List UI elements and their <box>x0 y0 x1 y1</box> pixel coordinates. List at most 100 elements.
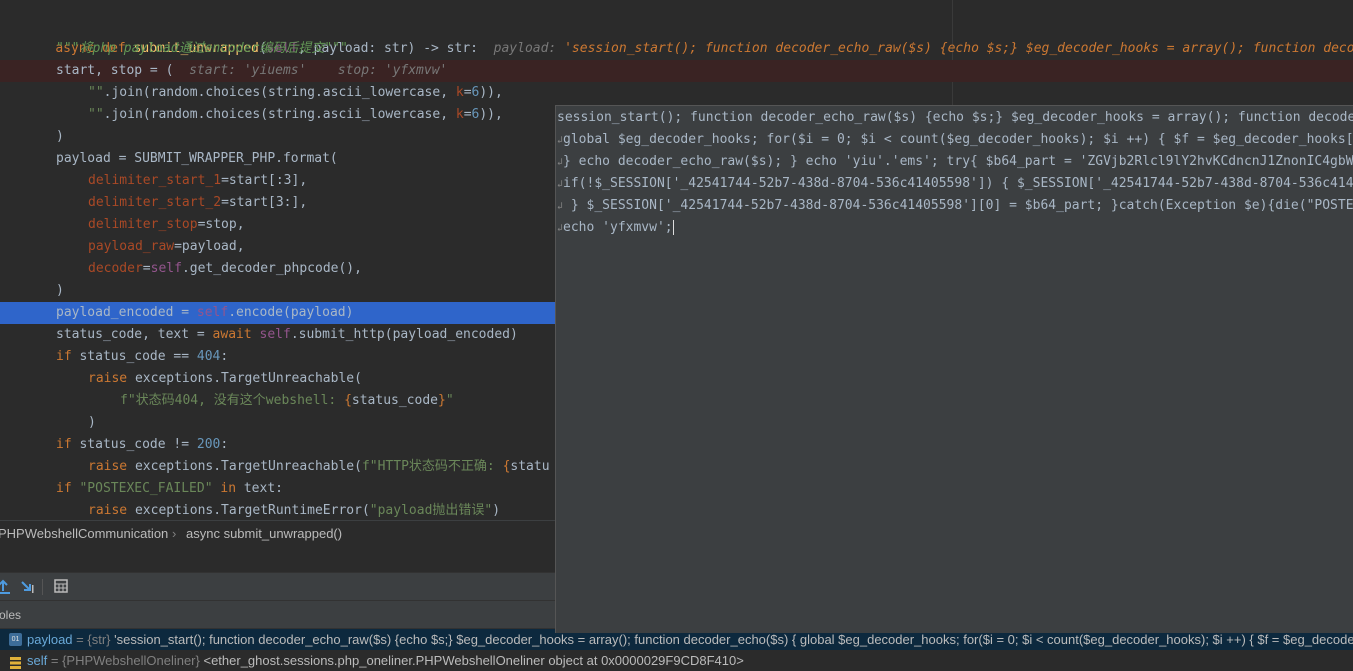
kwarg-value: =payload, <box>174 239 245 254</box>
variables-list: 01 payload = {str} 'session_start(); fun… <box>0 628 1353 671</box>
close: )), <box>479 85 503 100</box>
popup-line-text: global $eg_decoder_hooks; for($i = 0; $i… <box>563 132 1353 147</box>
self-ref: self <box>259 327 291 342</box>
assign: status_code, text = <box>56 327 213 342</box>
string-literal: "POSTEXEC_FAILED" <box>71 481 213 496</box>
keyword-if: if <box>56 349 72 364</box>
code-line-start-stop[interactable]: start, stop = ( start: 'yiuems' stop: 'y… <box>0 60 1353 82</box>
number-literal: 404 <box>196 349 221 364</box>
popup-line-text: } $_SESSION['_42541744-52b7-438d-8704-53… <box>570 198 1353 213</box>
kwarg-k: k <box>455 85 464 100</box>
number-literal: 200 <box>196 437 221 452</box>
variables-header: oles <box>0 600 555 629</box>
self-ref: self <box>150 261 182 276</box>
condition: status_code == <box>71 349 197 364</box>
string-literal: "" <box>88 107 104 122</box>
variable-value: 'session_start(); function decoder_echo_… <box>114 632 1353 647</box>
eq: = <box>463 107 472 122</box>
close-paren: ) <box>492 503 501 518</box>
kwarg-value: .get_decoder_phpcode(), <box>181 261 362 276</box>
brace: } <box>437 393 446 408</box>
kwarg: delimiter_stop <box>88 217 198 232</box>
close: )), <box>479 107 503 122</box>
eq: = <box>142 261 151 276</box>
toolbar-divider <box>42 579 43 595</box>
keyword-in: in <box>212 481 237 496</box>
panel-spacer <box>0 547 555 572</box>
variable-type: = {str} <box>76 632 111 647</box>
run-to-cursor-icon[interactable] <box>20 579 36 599</box>
close-paren: ) <box>88 415 96 430</box>
fstring-var: statu <box>510 459 550 474</box>
payload-format: payload = SUBMIT_WRAPPER_PHP.format( <box>56 151 338 166</box>
inline-hint-start: start: 'yiuems' <box>189 63 307 78</box>
popup-line: ↲echo 'yfxmvw'; <box>557 217 674 239</box>
exception-call: exceptions.TargetUnreachable( <box>127 459 362 474</box>
kwarg: delimiter_start_1 <box>88 173 222 188</box>
encode-call: .encode(payload) <box>228 305 354 320</box>
popup-line-text: echo 'yfxmvw'; <box>563 220 673 235</box>
keyword-raise: raise <box>88 459 128 474</box>
breadcrumb-method[interactable]: async submit_unwrapped() <box>186 521 342 547</box>
text-caret <box>672 220 674 235</box>
fstring: f"HTTP状态码不正确: <box>361 459 503 474</box>
popup-line: ↲ } $_SESSION['_42541744-52b7-438d-8704-… <box>557 195 1353 217</box>
colon: : <box>220 349 229 364</box>
self-ref: self <box>196 305 229 320</box>
step-out-icon[interactable] <box>0 579 12 599</box>
kwarg-value: =stop, <box>197 217 245 232</box>
variable-str-icon: 01 <box>9 633 22 646</box>
docstring: """将php payload通过encoder编码后提交""" <box>56 41 348 56</box>
keyword-raise: raise <box>88 503 128 518</box>
kwarg: delimiter_start_2 <box>88 195 222 210</box>
kwarg-value: =start[:3], <box>221 173 308 188</box>
popup-line-text: if(!$_SESSION['_42541744-52b7-438d-8704-… <box>563 176 1353 191</box>
popup-line-text: } echo decoder_echo_raw($s); } echo 'yiu… <box>563 154 1353 169</box>
inline-hint-stop: stop: 'yfxmvw' <box>337 63 448 78</box>
join-call: .join(random.choices(string.ascii_lowerc… <box>103 107 456 122</box>
popup-line-text: session_start(); function decoder_echo_r… <box>557 110 1353 125</box>
fstring: f"状态码404, 没有这个webshell: <box>120 393 345 408</box>
kwarg: decoder <box>88 261 143 276</box>
close-paren: ) <box>56 283 64 298</box>
code-line-join-1[interactable]: "".join(random.choices(string.ascii_lowe… <box>0 82 1353 104</box>
condition: text: <box>236 481 283 496</box>
eq: = <box>463 85 472 100</box>
popup-line: ↲} echo decoder_echo_raw($s); } echo 'yi… <box>557 151 1353 173</box>
variable-object-icon <box>10 654 21 669</box>
brace: { <box>344 393 352 408</box>
quote: " <box>445 393 454 408</box>
kwarg-k: k <box>455 107 464 122</box>
keyword-raise: raise <box>88 371 128 386</box>
colon: : <box>220 437 229 452</box>
debug-toolbar <box>0 572 555 601</box>
code-line-current-execution[interactable]: payload_encoded = self.encode(payload) <box>0 302 555 324</box>
condition: status_code != <box>71 437 197 452</box>
join-call: .join(random.choices(string.ascii_lowerc… <box>103 85 456 100</box>
variable-name: payload <box>27 632 73 647</box>
popup-line: session_start(); function decoder_echo_r… <box>557 107 1353 129</box>
variable-row-self[interactable]: self = {PHPWebshellOneliner} <ether_ghos… <box>0 650 1353 671</box>
variable-type: = {PHPWebshellOneliner} <box>50 653 200 668</box>
breadcrumb-class[interactable]: PHPWebshellCommunication <box>0 521 168 547</box>
code-line-docstring[interactable]: """将php payload通过encoder编码后提交""" <box>0 38 1353 60</box>
evaluate-icon[interactable] <box>54 579 68 597</box>
variables-header-label: oles <box>0 608 22 622</box>
code-line-signature[interactable]: async def submit_unwrapped(self, payload… <box>0 16 1353 56</box>
fstring-var: status_code <box>351 393 438 408</box>
assign: payload_encoded = <box>56 305 197 320</box>
variable-name: self <box>27 653 48 668</box>
popup-line: ↲global $eg_decoder_hooks; for($i = 0; $… <box>557 129 1353 151</box>
start-stop-code: start, stop = ( <box>56 63 174 78</box>
exception-call: exceptions.TargetRuntimeError( <box>127 503 370 518</box>
breadcrumb-separator: › <box>172 526 177 541</box>
kwarg: payload_raw <box>88 239 175 254</box>
submit-call: .submit_http(payload_encoded) <box>290 327 518 342</box>
keyword-if: if <box>56 437 72 452</box>
variable-value: <ether_ghost.sessions.php_oneliner.PHPWe… <box>203 653 744 668</box>
string-literal: "payload抛出错误" <box>369 503 493 518</box>
keyword-if: if <box>56 481 72 496</box>
exception-call: exceptions.TargetUnreachable( <box>127 371 362 386</box>
value-viewer-popup[interactable]: session_start(); function decoder_echo_r… <box>555 105 1353 633</box>
popup-line: ↲if(!$_SESSION['_42541744-52b7-438d-8704… <box>557 173 1353 195</box>
